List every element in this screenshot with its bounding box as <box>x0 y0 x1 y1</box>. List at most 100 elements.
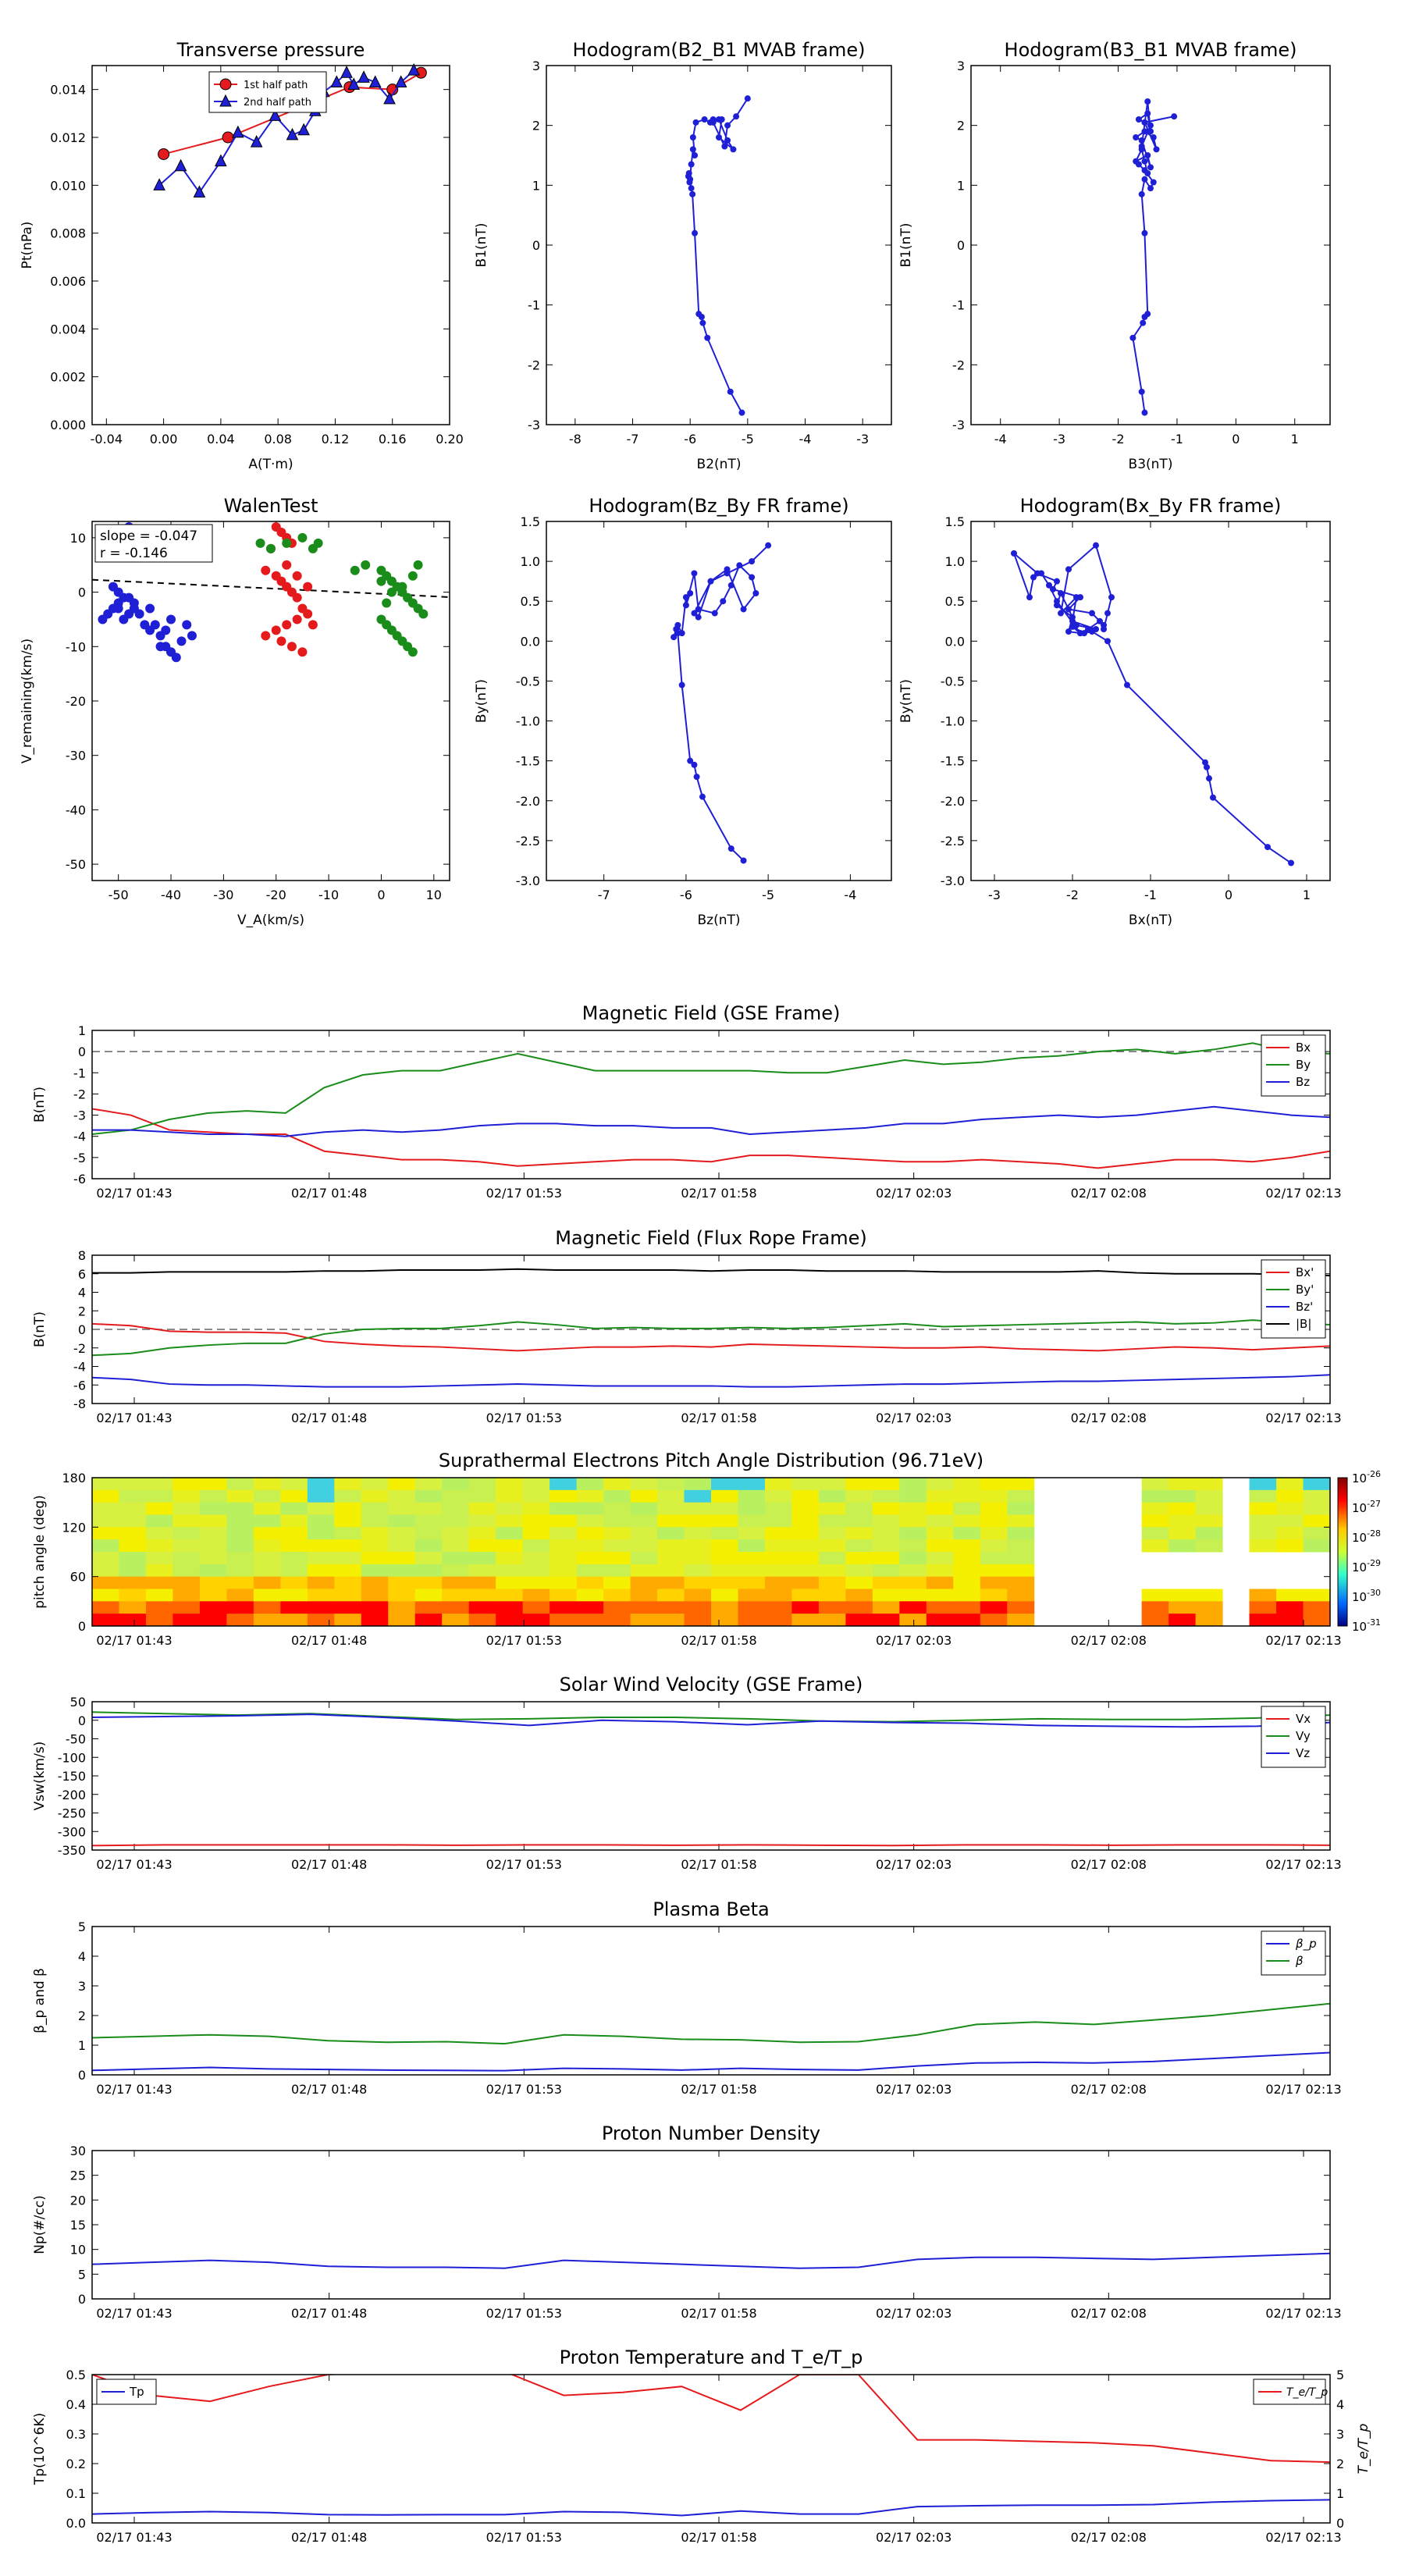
heatmap-cell <box>818 1552 846 1565</box>
heatmap-cell <box>818 1564 846 1578</box>
heatmap-cell <box>145 1564 173 1578</box>
legend-label: By' <box>1296 1283 1314 1297</box>
x-tick-label: -20 <box>266 888 286 902</box>
heatmap-cell <box>280 1527 308 1540</box>
series-line <box>92 2375 1330 2464</box>
y-tick-label: -250 <box>58 1806 86 1821</box>
chart-title: Plasma Beta <box>653 1898 769 1920</box>
y-tick-label: 0.0 <box>521 634 540 649</box>
hodo3-chart: Hodogram(Bz_By FR frame) -7 -6 -5 -4 -3.0 -2.5… <box>474 495 892 928</box>
heatmap-cell <box>226 1552 254 1565</box>
data-point <box>297 532 308 543</box>
heatmap-cell <box>92 1502 119 1515</box>
heatmap-cell <box>388 1614 416 1627</box>
heatmap-cell <box>253 1514 281 1528</box>
data-point <box>413 560 423 570</box>
heatmap-cell <box>361 1552 389 1565</box>
heatmap-cell <box>199 1552 227 1565</box>
data-point <box>286 642 297 652</box>
heatmap-cell <box>468 1576 496 1589</box>
heatmap-cell <box>1141 1527 1169 1540</box>
x-tick-label: 02/17 01:48 <box>291 1633 367 1648</box>
x-tick-label: 02/17 01:53 <box>486 2082 562 2097</box>
heatmap-cell <box>280 1589 308 1602</box>
heatmap-cell <box>684 1552 712 1565</box>
y-tick-label: 3 <box>78 1979 86 1994</box>
heatmap-cell <box>630 1478 658 1491</box>
x-tick-label: 02/17 01:48 <box>291 1857 367 1872</box>
colorbar-tick-label: 10-27 <box>1352 1499 1381 1515</box>
x-tick-label: 0 <box>1225 888 1232 902</box>
legend-label: Vx <box>1296 1712 1311 1726</box>
heatmap-cell <box>764 1552 792 1565</box>
data-point <box>1147 122 1154 129</box>
y-tick-label: -4 <box>73 1130 86 1144</box>
x-axis-label: A(T·m) <box>248 457 293 472</box>
y-tick-label: 0.000 <box>50 418 86 432</box>
y-tick-label: 0 <box>78 1713 86 1728</box>
heatmap-cell <box>953 1564 981 1578</box>
heatmap-cell <box>630 1601 658 1614</box>
heatmap-cell <box>1195 1589 1223 1602</box>
data-point <box>219 78 232 91</box>
heatmap-cell <box>1168 1502 1197 1515</box>
x-tick-label: -0.04 <box>91 432 123 447</box>
heatmap-cell <box>1141 1614 1169 1627</box>
series-line <box>92 2252 1330 2269</box>
hodo2-chart: Hodogram(B3_B1 MVAB frame) -4 -3 -2 -1 0 1 -3 -2… <box>898 39 1331 472</box>
data-point <box>733 113 740 120</box>
data-point <box>297 647 308 657</box>
heatmap-cell <box>173 1576 201 1589</box>
data-point <box>688 161 695 168</box>
y-tick-label: 0.004 <box>50 322 86 336</box>
heatmap-cell <box>550 1552 578 1565</box>
heatmap-cell <box>684 1539 712 1553</box>
y-tick-label: -2 <box>73 1087 86 1101</box>
heatmap-cell <box>603 1514 631 1528</box>
data-point <box>1069 617 1076 624</box>
heatmap-cell <box>280 1601 308 1614</box>
heatmap-cell <box>226 1576 254 1589</box>
data-point <box>730 146 737 153</box>
data-point <box>687 757 694 764</box>
data-point <box>1073 594 1080 601</box>
heatmap-cell <box>226 1564 254 1578</box>
heatmap-cell <box>926 1527 954 1540</box>
y-tick-label: -6 <box>73 1378 86 1393</box>
y-tick-label: 0 <box>78 1044 86 1059</box>
data-point <box>266 543 276 553</box>
heatmap-cell <box>818 1489 846 1503</box>
y-tick-label: 0.4 <box>66 2397 86 2412</box>
heatmap-cell <box>334 1539 362 1553</box>
x-axis-label: V_A(km/s) <box>237 913 304 928</box>
x-tick-label: 02/17 02:08 <box>1071 1411 1147 1425</box>
y-tick-label: 0.012 <box>50 130 86 145</box>
heatmap-cell <box>496 1539 524 1553</box>
x-tick-label: -5 <box>762 888 774 902</box>
heatmap-cell <box>468 1502 496 1515</box>
y-tick-label: 0 <box>532 238 540 253</box>
x-tick-label: -40 <box>161 888 181 902</box>
data-point <box>701 116 708 123</box>
heatmap-cell <box>1303 1502 1331 1515</box>
heatmap-cell <box>872 1576 900 1589</box>
heatmap-cell <box>818 1576 846 1589</box>
x-tick-label: 02/17 02:03 <box>876 1411 951 1425</box>
heatmap-cell <box>1168 1614 1197 1627</box>
heatmap-cell <box>657 1614 685 1627</box>
y-axis-label: B(nT) <box>32 1311 48 1347</box>
heatmap-cell <box>980 1552 1008 1565</box>
chart-title: Hodogram(B2_B1 MVAB frame) <box>573 39 866 61</box>
heatmap-cell <box>442 1552 470 1565</box>
heatmap-cell <box>307 1527 335 1540</box>
heatmap-cell <box>361 1614 389 1627</box>
heatmap-cell <box>1195 1502 1223 1515</box>
y-tick-label: 8 <box>78 1248 86 1263</box>
data-point <box>1097 617 1103 624</box>
legend-label: Vy <box>1296 1729 1311 1743</box>
heatmap-cell <box>1195 1527 1223 1540</box>
heatmap-cell <box>576 1489 604 1503</box>
heatmap-cell <box>953 1539 981 1553</box>
series-line <box>92 1268 1330 1277</box>
heatmap-cell <box>522 1614 550 1627</box>
